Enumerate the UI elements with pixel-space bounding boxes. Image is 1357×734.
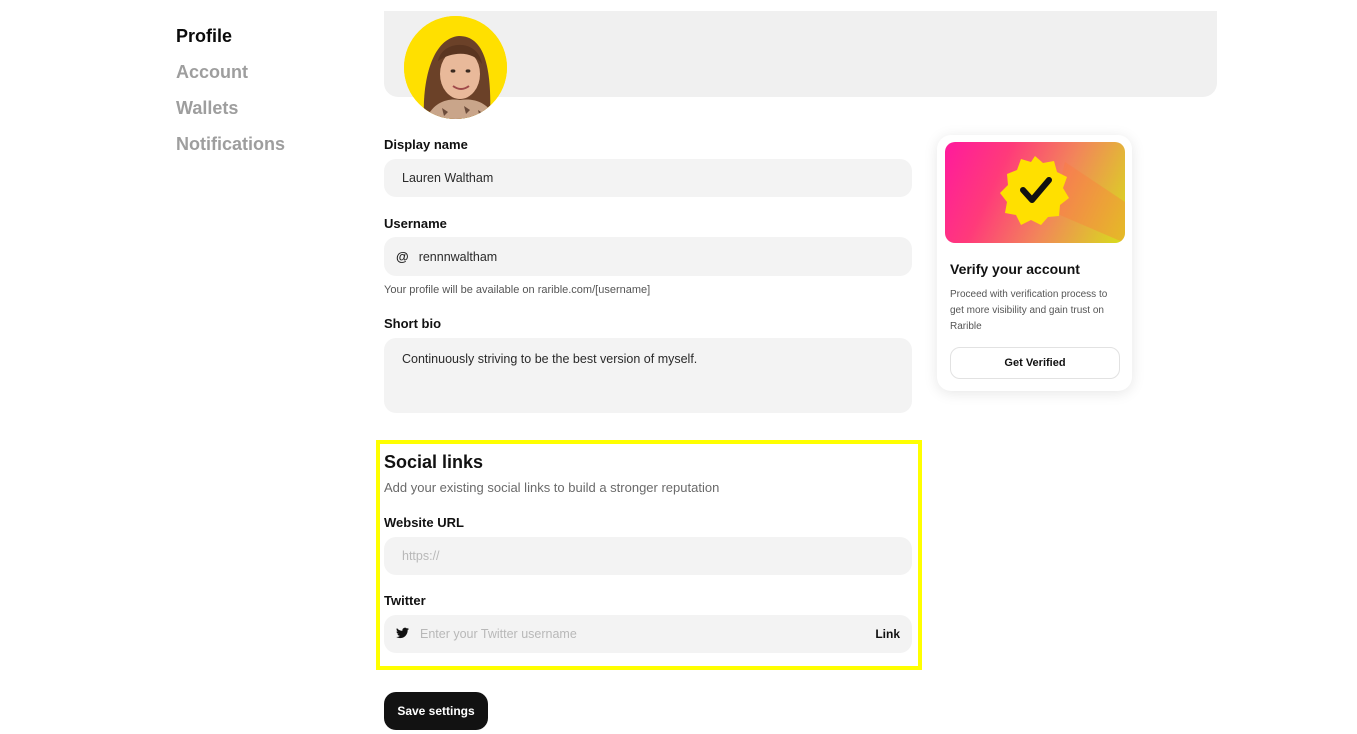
display-name-field[interactable]: Lauren Waltham <box>384 159 912 197</box>
verify-description: Proceed with verification process to get… <box>950 289 1108 332</box>
sidebar-item-wallets[interactable]: Wallets <box>176 96 356 132</box>
short-bio-textarea[interactable]: Continuously striving to be the best ver… <box>384 338 912 413</box>
verified-badge-icon <box>1000 156 1125 243</box>
twitter-placeholder: Enter your Twitter username <box>420 627 577 641</box>
social-links-title: Social links <box>384 452 484 472</box>
twitter-icon <box>396 627 410 641</box>
get-verified-button[interactable]: Get Verified <box>950 347 1120 379</box>
settings-sidebar: Profile Account Wallets Notifications <box>176 24 356 168</box>
twitter-input-left: Enter your Twitter username <box>396 627 577 641</box>
display-name-value: Lauren Waltham <box>402 171 494 185</box>
social-links-subtitle: Add your existing social links to build … <box>384 480 720 495</box>
avatar-photo <box>404 16 507 119</box>
short-bio-value: Continuously striving to be the best ver… <box>402 352 698 366</box>
username-label: Username <box>384 216 447 231</box>
cover-image[interactable] <box>384 11 1217 97</box>
avatar[interactable] <box>404 16 507 119</box>
username-field[interactable]: @ rennnwaltham <box>384 237 912 276</box>
username-hint: Your profile will be available on raribl… <box>384 284 651 296</box>
verify-title: Verify your account <box>950 261 1080 277</box>
username-value: rennnwaltham <box>418 249 498 264</box>
save-settings-button[interactable]: Save settings <box>384 692 488 730</box>
twitter-link-button[interactable]: Link <box>875 627 900 641</box>
at-prefix: @ <box>396 249 409 264</box>
website-url-label: Website URL <box>384 515 464 530</box>
sidebar-item-account[interactable]: Account <box>176 60 356 96</box>
short-bio-label: Short bio <box>384 316 442 331</box>
verify-account-card: Verify your account Proceed with verific… <box>937 135 1132 391</box>
twitter-label: Twitter <box>384 593 426 608</box>
twitter-input[interactable]: Enter your Twitter username Link <box>384 615 912 653</box>
sidebar-item-notifications[interactable]: Notifications <box>176 132 356 168</box>
display-name-label: Display name <box>384 137 468 152</box>
website-url-placeholder: https:// <box>402 549 440 563</box>
sidebar-item-profile[interactable]: Profile <box>176 24 356 60</box>
website-url-input[interactable]: https:// <box>384 537 912 575</box>
verify-banner <box>945 142 1125 243</box>
